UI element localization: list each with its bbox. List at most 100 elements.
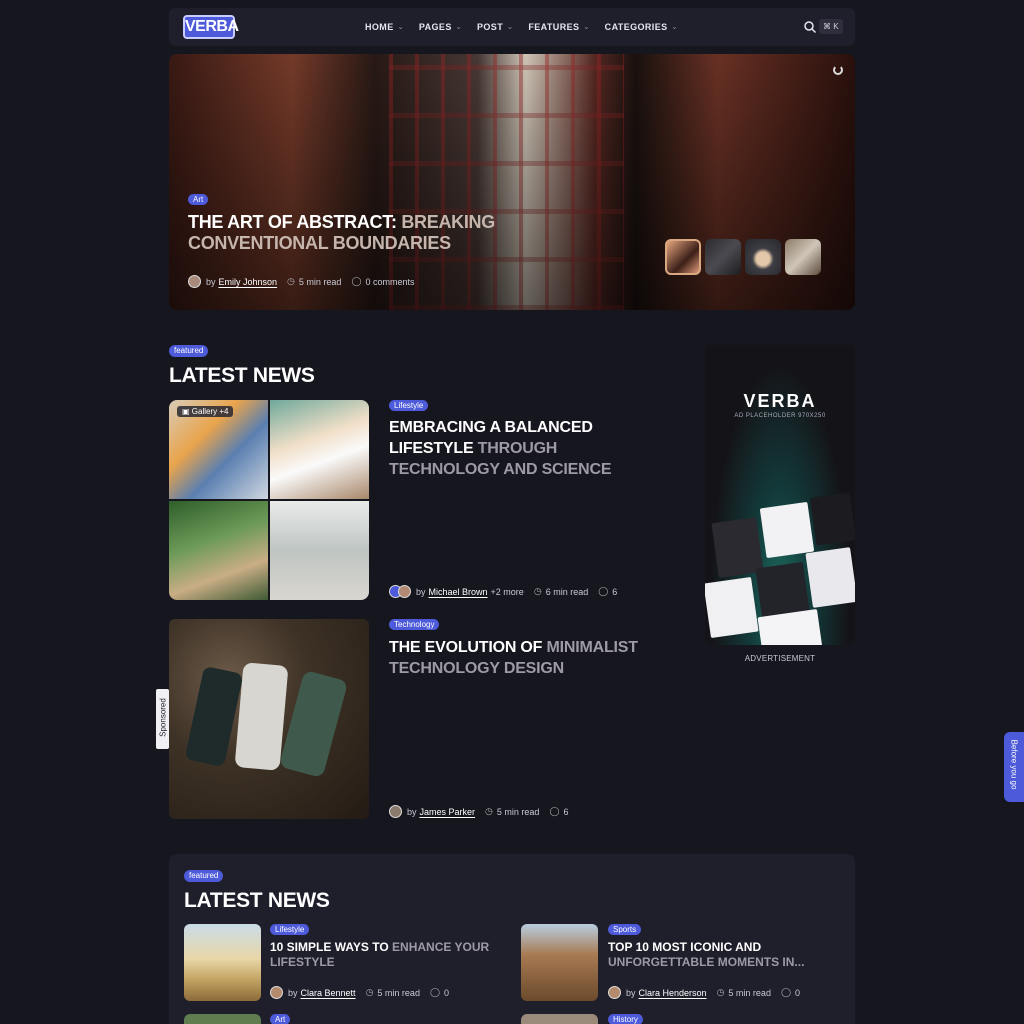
- nav-item-label: CATEGORIES: [604, 22, 668, 32]
- hero-category-tag[interactable]: Art: [188, 194, 209, 205]
- comment-icon: ◯: [598, 586, 609, 596]
- gallery-badge: ▣ Gallery +4: [177, 406, 234, 417]
- before-you-go-label: Before you go: [1009, 739, 1019, 790]
- phone-image: [234, 662, 289, 771]
- hero-slider[interactable]: Art THE ART OF ABSTRACT: BREAKING CONVEN…: [169, 54, 855, 310]
- nav-item-label: POST: [476, 22, 504, 32]
- post-title[interactable]: 10 SIMPLE WAYS TO ENHANCE YOUR LIFESTYLE: [270, 940, 490, 970]
- post-meta: by Clara Henderson ◷ 5 min read ◯ 0: [608, 986, 800, 999]
- read-time: 5 min read: [377, 987, 420, 998]
- nav-item-pages[interactable]: PAGES ⌄: [419, 22, 462, 32]
- nav-item-categories[interactable]: CATEGORIES ⌄: [605, 22, 678, 32]
- post-category-tag[interactable]: Lifestyle: [389, 400, 429, 411]
- advertisement-banner[interactable]: VERBA AD PLACEHOLDER 970X250: [705, 345, 855, 645]
- phone-image: [278, 669, 349, 779]
- post-category-tag[interactable]: Art: [270, 1014, 291, 1024]
- hero-thumb[interactable]: [705, 239, 741, 275]
- author-link[interactable]: Emily Johnson: [219, 277, 278, 287]
- author-link[interactable]: James Parker: [420, 807, 476, 817]
- featured-badge: featured: [184, 870, 224, 882]
- post-category-tag[interactable]: Sports: [608, 924, 642, 935]
- gallery-label: Gallery: [191, 407, 218, 416]
- read-time: 5 min read: [496, 806, 540, 817]
- post-image[interactable]: [169, 619, 369, 819]
- chevron-down-icon: ⌄: [583, 24, 590, 31]
- ad-screenshot: [805, 547, 855, 608]
- comment-count[interactable]: 0: [444, 988, 449, 998]
- nav-item-label: HOME: [365, 22, 394, 32]
- clock-icon: ◷: [533, 586, 542, 596]
- gallery-image: [169, 501, 268, 600]
- gallery-image: [270, 501, 369, 600]
- author-prefix: by: [626, 987, 636, 998]
- phone-image: [184, 665, 244, 768]
- post-title[interactable]: EMBRACING A BALANCED LIFESTYLE THROUGH T…: [389, 417, 669, 480]
- loading-spinner-icon: [833, 65, 843, 75]
- hero-thumbnails: [665, 239, 821, 275]
- author-prefix: by: [416, 586, 426, 597]
- top-navbar: VERBA HOME ⌄ PAGES ⌄ POST ⌄ FEATURES ⌄ CATEG…: [169, 8, 855, 46]
- sponsored-label: Sponsored: [158, 698, 168, 737]
- comment-count[interactable]: 0: [795, 988, 800, 998]
- comment-icon: ◯: [780, 987, 792, 997]
- read-time: 5 min read: [298, 276, 342, 287]
- section-title: LATEST NEWS: [169, 364, 315, 387]
- latest-news-panel: featured LATEST NEWS Lifestyle 10 SIMPLE…: [169, 854, 855, 1024]
- comment-count[interactable]: 6: [564, 807, 569, 817]
- post-category-tag[interactable]: Technology: [389, 619, 440, 630]
- ad-logo: VERBA: [743, 391, 817, 411]
- nav-item-label: FEATURES: [528, 22, 580, 32]
- clock-icon: ◷: [716, 987, 725, 997]
- post-thumbnail[interactable]: [184, 924, 261, 1001]
- site-logo[interactable]: VERBA: [183, 15, 239, 39]
- author-link[interactable]: Clara Henderson: [639, 988, 707, 998]
- hero-title[interactable]: THE ART OF ABSTRACT: BREAKING CONVENTION…: [188, 212, 588, 254]
- sponsored-badge: Sponsored: [156, 689, 169, 749]
- before-you-go-tab[interactable]: Before you go: [1004, 732, 1024, 802]
- chevron-down-icon: ⌄: [507, 24, 514, 31]
- avatar: [270, 986, 283, 999]
- comment-icon: ◯: [351, 276, 362, 286]
- post-thumbnail[interactable]: [521, 1014, 598, 1024]
- post-category-tag[interactable]: Lifestyle: [270, 924, 310, 935]
- main-menu: HOME ⌄ PAGES ⌄ POST ⌄ FEATURES ⌄ CATEGORIES ⌄: [365, 8, 678, 46]
- more-authors[interactable]: +2 more: [491, 587, 524, 597]
- author-prefix: by: [206, 276, 216, 287]
- post-meta: by Clara Bennett ◷ 5 min read ◯ 0: [270, 986, 449, 999]
- hero-thumb[interactable]: [745, 239, 781, 275]
- post-title[interactable]: THE EVOLUTION OF MINIMALIST TECHNOLOGY D…: [389, 637, 679, 679]
- search-shortcut-badge: ⌘ K: [819, 19, 843, 34]
- read-time: 6 min read: [545, 586, 589, 597]
- clock-icon: ◷: [365, 987, 374, 997]
- post-meta: by James Parker ◷ 5 min read ◯ 6: [389, 805, 569, 818]
- post-title[interactable]: TOP 10 MOST ICONIC AND UNFORGETTABLE MOM…: [608, 940, 828, 970]
- hero-thumb[interactable]: [665, 239, 701, 275]
- post-thumbnail[interactable]: [521, 924, 598, 1001]
- hero-thumb[interactable]: [785, 239, 821, 275]
- nav-item-home[interactable]: HOME ⌄: [365, 22, 404, 32]
- nav-item-post[interactable]: POST ⌄: [477, 22, 513, 32]
- author-link[interactable]: Michael Brown: [429, 587, 488, 597]
- avatar: [188, 275, 201, 288]
- post-title-strong: THE EVOLUTION OF: [389, 639, 543, 656]
- post-category-tag[interactable]: History: [608, 1014, 643, 1024]
- post-title-strong: TOP 10 MOST ICONIC AND: [608, 940, 762, 954]
- post-thumbnail[interactable]: [184, 1014, 261, 1024]
- image-icon: ▣: [182, 407, 192, 416]
- clock-icon: ◷: [485, 806, 493, 816]
- search-icon[interactable]: [803, 20, 817, 34]
- post-title-strong: 10 SIMPLE WAYS TO: [270, 940, 389, 954]
- author-link[interactable]: Clara Bennett: [301, 988, 356, 998]
- comment-count[interactable]: 0 comments: [366, 277, 415, 287]
- chevron-down-icon: ⌄: [671, 24, 678, 31]
- gallery-image: [270, 400, 369, 499]
- ad-subtitle: AD PLACEHOLDER 970X250: [734, 413, 826, 419]
- nav-item-features[interactable]: FEATURES ⌄: [528, 22, 589, 32]
- nav-item-label: PAGES: [418, 22, 452, 32]
- comment-count[interactable]: 6: [612, 587, 617, 597]
- clock-icon: ◷: [287, 276, 295, 286]
- chevron-down-icon: ⌄: [397, 24, 404, 31]
- advertisement-caption: ADVERTISEMENT: [744, 654, 816, 663]
- post-gallery[interactable]: ▣ Gallery +4: [169, 400, 369, 600]
- comment-icon: ◯: [429, 987, 441, 997]
